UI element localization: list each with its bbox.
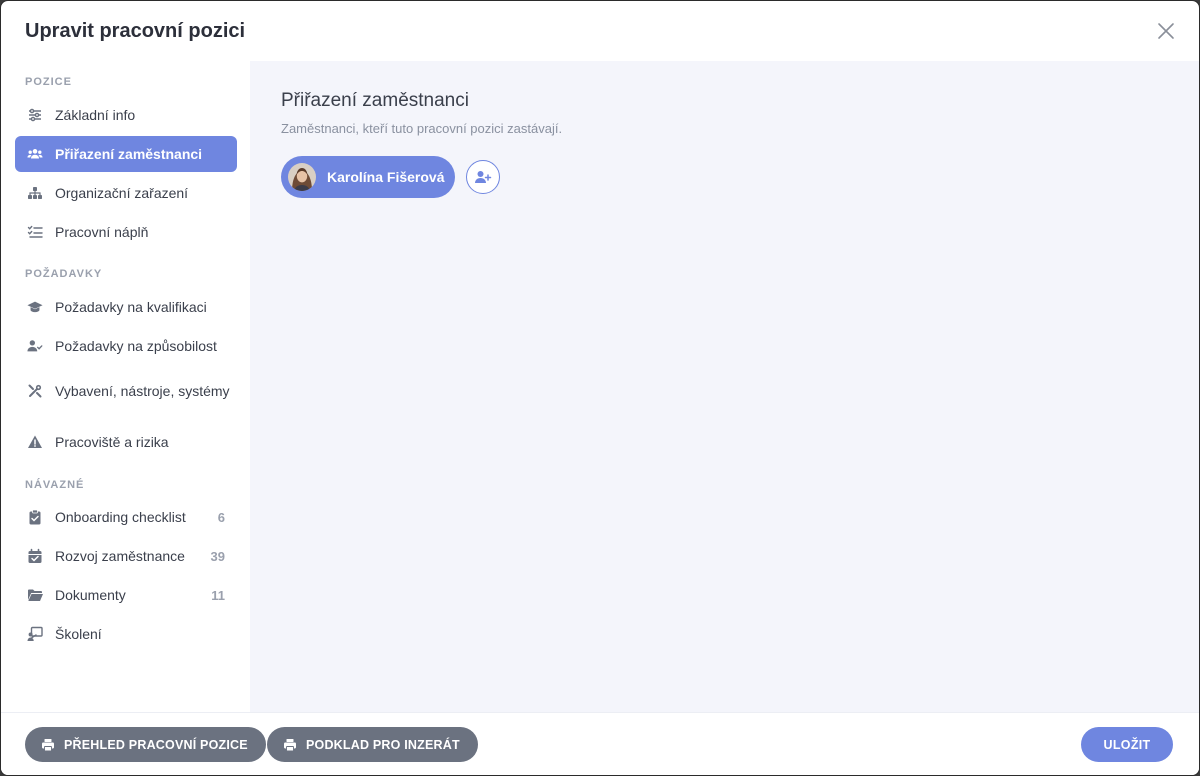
printer-icon <box>283 738 297 752</box>
employee-name: Karolína Fišerová <box>327 169 445 185</box>
sidebar-item-label: Vybavení, nástroje, systémy <box>55 382 230 399</box>
sidebar-item-pozadavky-kvalifikace[interactable]: Požadavky na kvalifikaci <box>15 289 237 325</box>
org-chart-icon <box>27 185 43 201</box>
training-icon <box>27 626 43 642</box>
sidebar-item-label: Základní info <box>55 106 136 123</box>
warning-icon <box>27 434 43 450</box>
sidebar-item-label: Přiřazení zaměstnanci <box>55 145 203 162</box>
folder-icon <box>27 587 43 603</box>
sidebar-item-pozadavky-zpusobilost[interactable]: Požadavky na způsobilost <box>15 328 237 364</box>
sidebar-item-label: Dokumenty <box>55 586 126 603</box>
tools-icon <box>27 383 43 399</box>
sidebar-item-label: Organizační zařazení <box>55 184 189 201</box>
clipboard-check-icon <box>27 509 43 525</box>
dialog-title: Upravit pracovní pozici <box>25 19 246 42</box>
section-title-navazne: NÁVAZNÉ <box>25 479 85 491</box>
sidebar-item-label: Požadavky na kvalifikaci <box>55 298 207 315</box>
sidebar-item-label: Pracovní náplň <box>55 223 149 240</box>
sidebar-item-label: Školení <box>55 625 102 642</box>
sidebar-item-label: Onboarding checklist <box>55 508 186 525</box>
sidebar: POZICE Základní info Přiřazení zaměstnan… <box>1 61 250 712</box>
sidebar-item-vybaveni-nastroje[interactable]: Vybavení, nástroje, systémy <box>15 367 237 415</box>
section-description: Zaměstnanci, kteří tuto pracovní pozici … <box>281 121 563 136</box>
sidebar-item-prirazeni-zamestnanci[interactable]: Přiřazení zaměstnanci <box>15 136 237 172</box>
sidebar-item-zakladni-info[interactable]: Základní info <box>15 97 237 133</box>
dialog-header: Upravit pracovní pozici <box>1 1 1199 61</box>
sidebar-item-label: Pracoviště a rizika <box>55 433 169 450</box>
users-icon <box>27 146 43 162</box>
avatar <box>288 163 316 191</box>
close-icon[interactable] <box>1157 22 1175 40</box>
sidebar-item-label: Požadavky na způsobilost <box>55 337 217 354</box>
sidebar-item-label: Rozvoj zaměstnance <box>55 547 185 564</box>
user-check-icon <box>27 338 43 354</box>
print-position-overview-button[interactable]: PŘEHLED PRACOVNÍ POZICE <box>25 727 266 762</box>
sidebar-item-pracovni-napln[interactable]: Pracovní náplň <box>15 214 237 250</box>
sidebar-item-pracoviste-rizika[interactable]: Pracoviště a rizika <box>15 424 237 460</box>
sidebar-item-dokumenty[interactable]: Dokumenty 11 <box>15 577 237 613</box>
section-heading: Přiřazení zaměstnanci <box>281 90 469 111</box>
sidebar-item-skoleni[interactable]: Školení <box>15 616 237 652</box>
printer-icon <box>41 738 55 752</box>
employee-chip[interactable]: Karolína Fišerová <box>281 156 455 198</box>
sliders-icon <box>27 107 43 123</box>
add-employee-button[interactable] <box>466 160 500 194</box>
section-title-pozadavky: POŽADAVKY <box>25 268 103 280</box>
checklist-icon <box>27 224 43 240</box>
section-title-pozice: POZICE <box>25 76 72 88</box>
sidebar-item-rozvoj-zamestnance[interactable]: Rozvoj zaměstnance 39 <box>15 538 237 574</box>
button-label: PODKLAD PRO INZERÁT <box>306 737 460 752</box>
dialog-footer: PŘEHLED PRACOVNÍ POZICE PODKLAD PRO INZE… <box>1 712 1199 775</box>
calendar-check-icon <box>27 548 43 564</box>
button-label: PŘEHLED PRACOVNÍ POZICE <box>64 737 248 752</box>
user-plus-icon <box>474 169 492 185</box>
save-button[interactable]: ULOŽIT <box>1081 727 1173 762</box>
graduation-cap-icon <box>27 299 43 315</box>
edit-position-dialog: Upravit pracovní pozici POZICE Základní … <box>0 0 1200 776</box>
item-count-badge: 39 <box>210 548 225 564</box>
sidebar-item-onboarding-checklist[interactable]: Onboarding checklist 6 <box>15 499 237 535</box>
item-count-badge: 11 <box>211 587 225 603</box>
main-content: Přiřazení zaměstnanci Zaměstnanci, kteří… <box>250 61 1199 712</box>
item-count-badge: 6 <box>217 509 225 525</box>
sidebar-item-organizacni-zarazeni[interactable]: Organizační zařazení <box>15 175 237 211</box>
print-job-ad-button[interactable]: PODKLAD PRO INZERÁT <box>267 727 478 762</box>
